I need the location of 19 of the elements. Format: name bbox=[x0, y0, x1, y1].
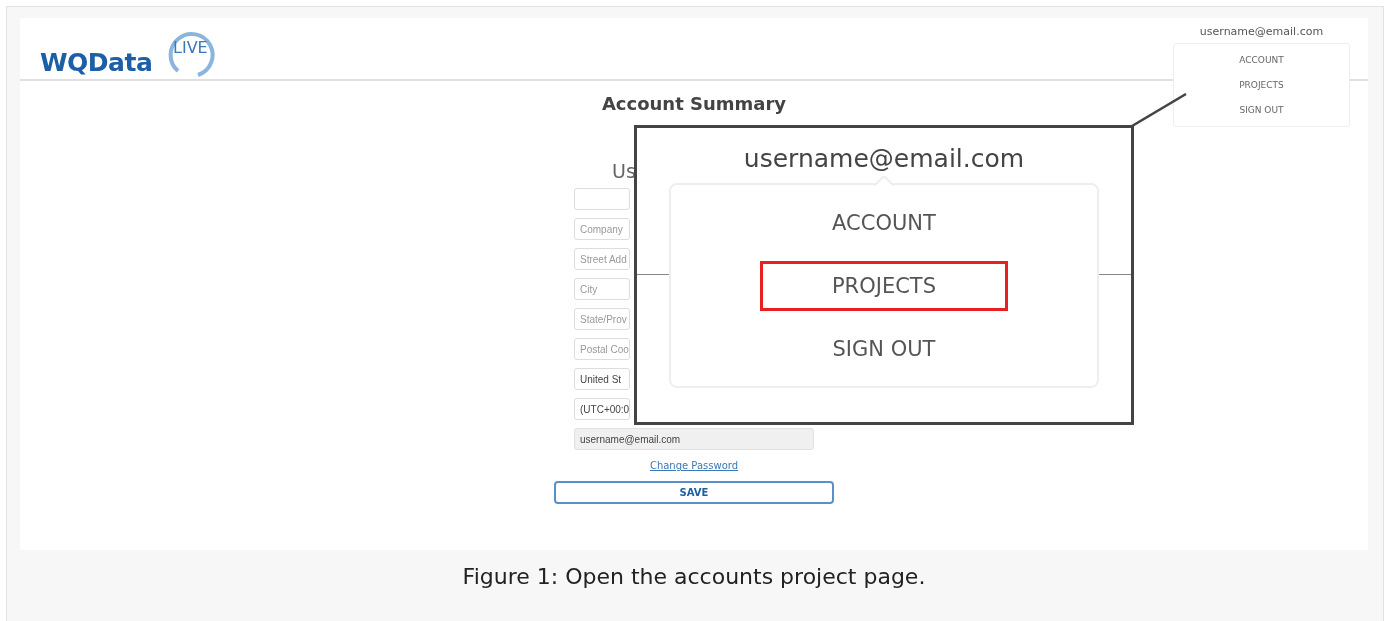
logo-text: WQData bbox=[40, 48, 153, 77]
input-field[interactable]: United St bbox=[574, 368, 630, 390]
save-button[interactable]: SAVE bbox=[554, 481, 834, 504]
menu-item[interactable]: ACCOUNT bbox=[760, 197, 1008, 248]
menu-item[interactable]: ACCOUNT bbox=[1239, 55, 1284, 66]
menu-item[interactable]: SIGN OUT bbox=[1239, 104, 1284, 115]
section-heading: Us bbox=[612, 160, 637, 182]
menu-item[interactable]: SIGN OUT bbox=[760, 323, 1008, 374]
page-title: Account Summary bbox=[601, 93, 787, 114]
user-email[interactable]: username@email.com bbox=[1199, 25, 1324, 38]
logo-subtitle: LIVE bbox=[173, 38, 208, 57]
menu-item[interactable]: PROJECTS bbox=[1239, 80, 1284, 90]
input-field[interactable] bbox=[574, 188, 630, 210]
input-field[interactable]: (UTC+00:0 bbox=[574, 398, 630, 420]
figure-caption: Figure 1: Open the accounts project page. bbox=[461, 563, 927, 591]
logo-ring-icon bbox=[168, 29, 218, 79]
user-email: username@email.com bbox=[743, 144, 1025, 173]
menu-item[interactable]: PROJECTS bbox=[760, 260, 1008, 311]
change-password-link[interactable]: Change Password bbox=[649, 460, 739, 471]
